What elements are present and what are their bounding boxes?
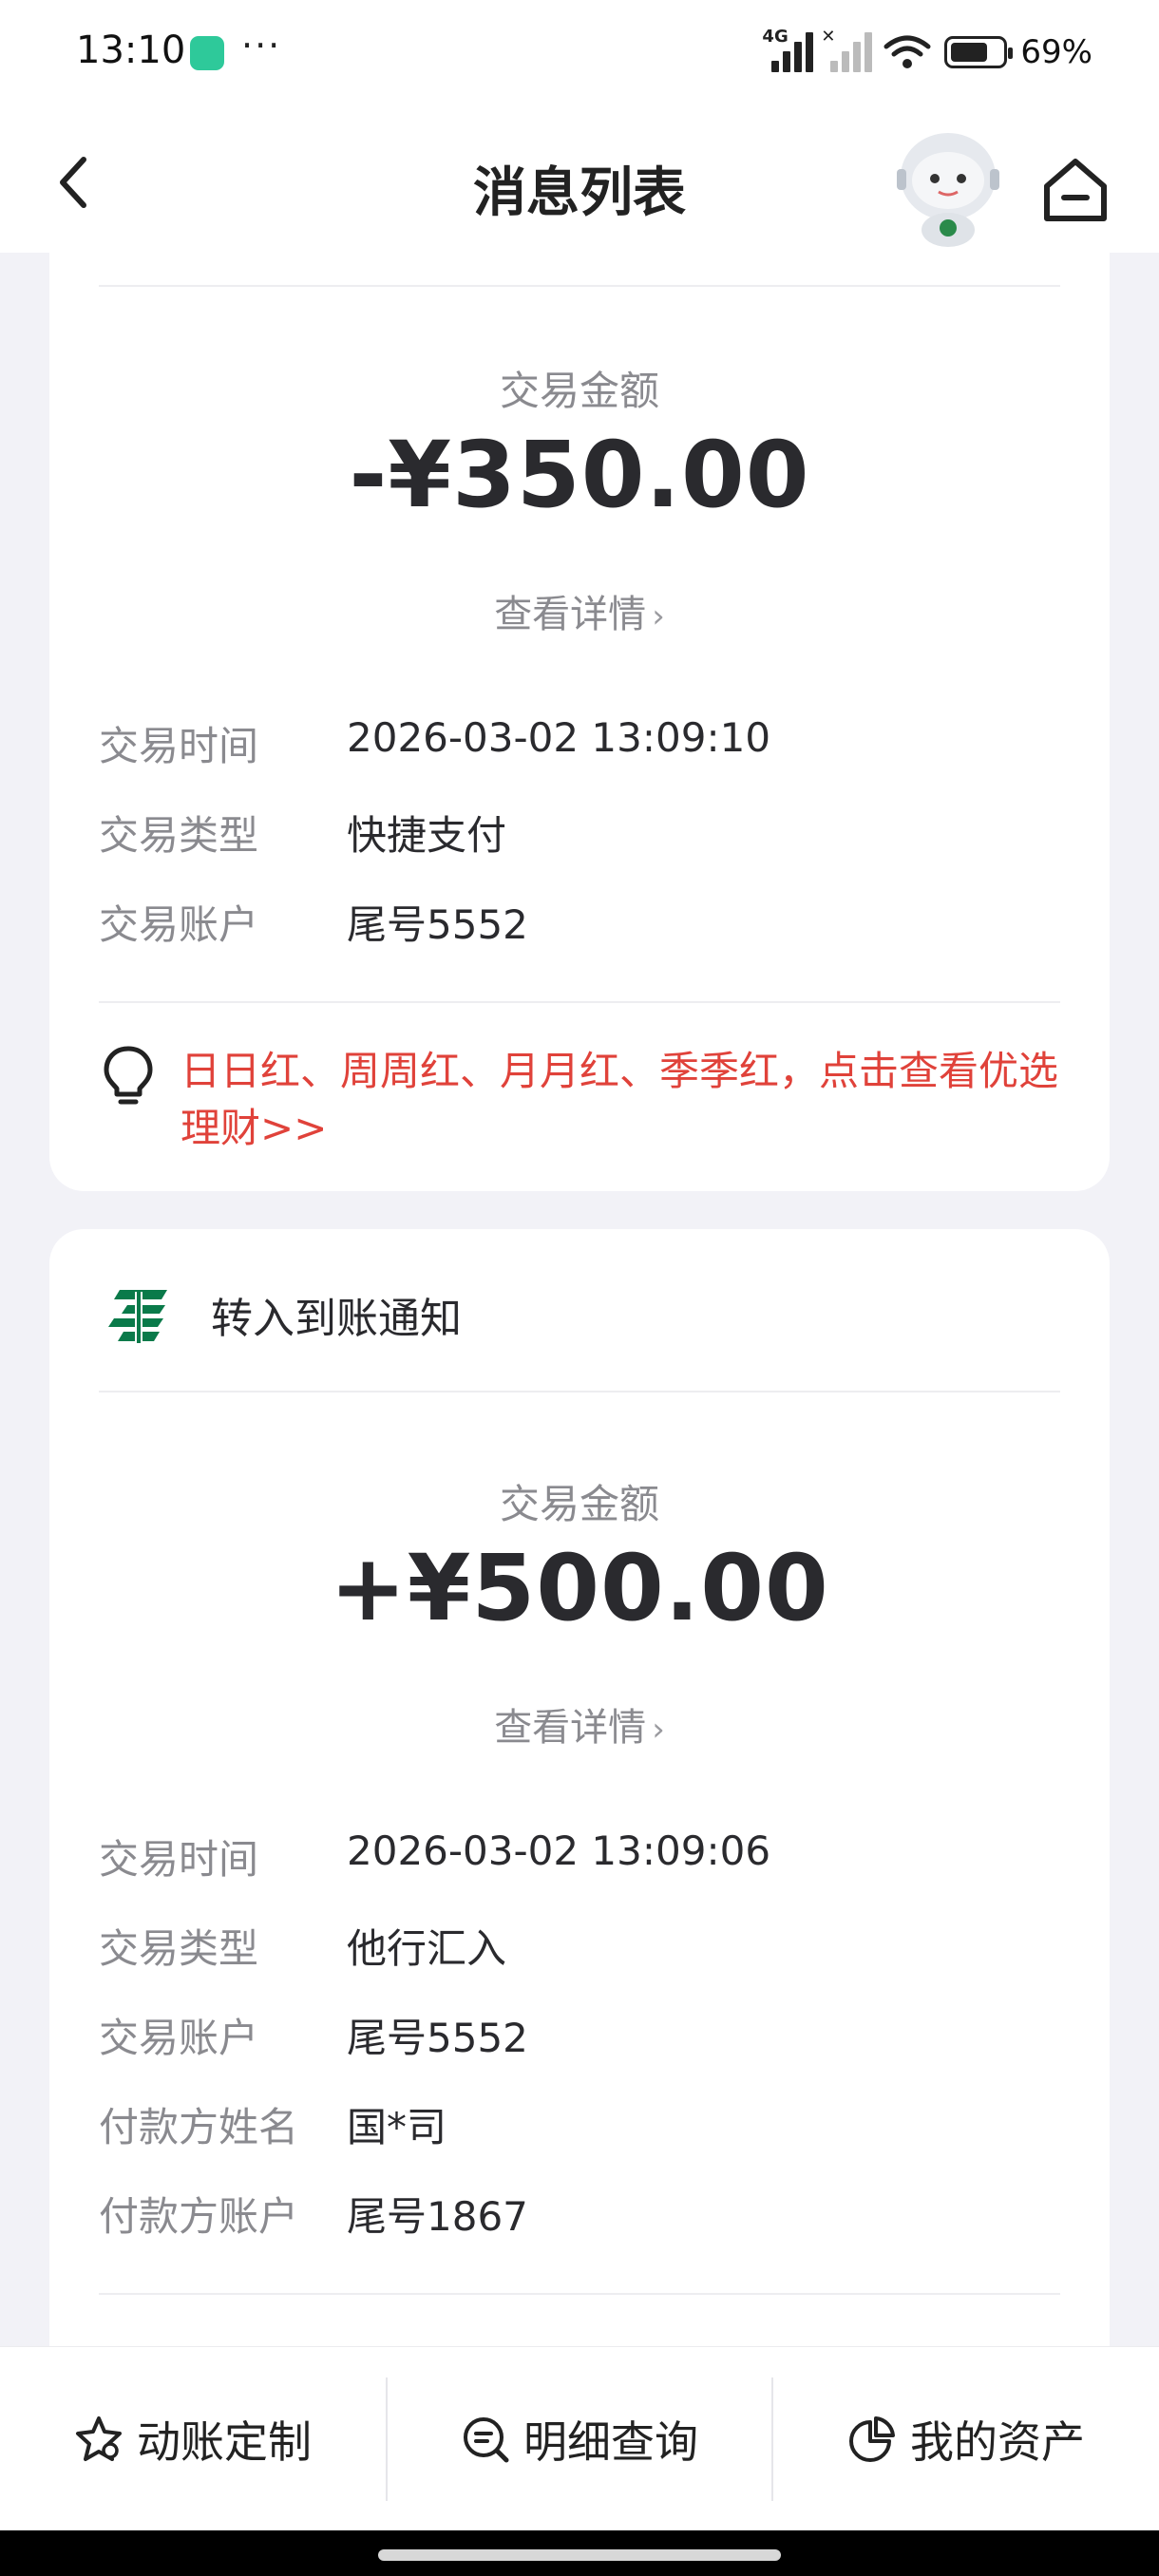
home-indicator[interactable] xyxy=(378,2549,781,2561)
view-details-link[interactable]: 查看详情 › xyxy=(49,1696,1110,1752)
tab-label: 明细查询 xyxy=(523,2416,698,2468)
battery-icon xyxy=(944,36,1014,68)
divider xyxy=(99,285,1060,287)
view-details-link[interactable]: 查看详情 › xyxy=(49,583,1110,638)
pie-chart-icon xyxy=(849,2416,895,2462)
row-label: 付款方账户 xyxy=(99,2193,299,2240)
row-label: 交易账户 xyxy=(99,2015,259,2061)
postal-bank-logo-icon xyxy=(108,1290,167,1343)
view-details-label: 查看详情 xyxy=(494,1706,647,1750)
status-bar: 13:10 ··· 4G ✕ 69% xyxy=(0,0,1159,106)
divider xyxy=(99,1391,1060,1392)
chevron-right-icon: › xyxy=(652,1711,665,1749)
amount-label: 交易金额 xyxy=(499,368,659,414)
tab-label: 我的资产 xyxy=(910,2416,1085,2468)
row-label: 交易类型 xyxy=(99,812,259,859)
wifi-icon xyxy=(884,35,931,68)
row-label: 交易账户 xyxy=(99,901,259,948)
tab-account-alert-settings[interactable]: 动账定制 xyxy=(0,2347,386,2531)
transaction-amount: +¥500.00 xyxy=(330,1535,829,1641)
amount-label: 交易金额 xyxy=(499,1481,659,1527)
star-settings-icon xyxy=(76,2416,122,2461)
transaction-account: 尾号5552 xyxy=(347,2015,528,2061)
battery-percent: 69% xyxy=(1020,33,1092,71)
signal-sim2-icon: ✕ xyxy=(821,27,873,72)
row-label: 交易类型 xyxy=(99,1925,259,1972)
card-title: 转入到账通知 xyxy=(211,1295,462,1343)
chevron-right-icon: › xyxy=(652,597,665,635)
transaction-time: 2026-03-02 13:09:10 xyxy=(347,714,771,761)
wealth-promo-link[interactable]: 日日红、周周红、月月红、季季红，点击查看优选理财>> xyxy=(180,1043,1074,1157)
divider xyxy=(99,1001,1060,1003)
transaction-type: 他行汇入 xyxy=(347,1925,507,1972)
transaction-type: 快捷支付 xyxy=(347,812,507,859)
app-notification-icon xyxy=(190,36,224,70)
transaction-card-debit[interactable]: 交易金额 -¥350.00 查看详情 › 交易时间 2026-03-02 13:0… xyxy=(49,253,1110,1191)
transaction-card-credit[interactable]: 转入到账通知 交易金额 +¥500.00 查看详情 › 交易时间 2026-03-… xyxy=(49,1229,1110,2464)
network-type-label: 4G xyxy=(762,27,788,47)
transaction-amount: -¥350.00 xyxy=(349,422,810,528)
row-label: 交易时间 xyxy=(99,723,259,769)
row-label: 付款方姓名 xyxy=(99,2104,299,2150)
assistant-robot-icon[interactable] xyxy=(893,127,1003,249)
payer-name: 国*司 xyxy=(347,2104,447,2150)
status-time: 13:10 xyxy=(76,28,186,72)
tab-my-assets[interactable]: 我的资产 xyxy=(773,2347,1159,2531)
payer-account: 尾号1867 xyxy=(347,2193,528,2240)
more-notifications-icon: ··· xyxy=(241,25,282,66)
tab-detail-query[interactable]: 明细查询 xyxy=(388,2347,771,2531)
tab-label: 动账定制 xyxy=(137,2416,312,2468)
app-header: 消息列表 xyxy=(0,106,1159,253)
view-details-label: 查看详情 xyxy=(494,593,647,636)
transaction-account: 尾号5552 xyxy=(347,901,528,948)
search-list-icon xyxy=(464,2417,509,2463)
transaction-time: 2026-03-02 13:09:06 xyxy=(347,1828,771,1874)
bottom-tab-bar: 动账定制 明细查询 我的资产 xyxy=(0,2346,1159,2530)
lightbulb-icon xyxy=(104,1046,153,1105)
signal-4g-icon: 4G xyxy=(762,27,814,72)
divider xyxy=(99,2293,1060,2295)
home-icon[interactable] xyxy=(1039,154,1112,226)
row-label: 交易时间 xyxy=(99,1836,259,1883)
